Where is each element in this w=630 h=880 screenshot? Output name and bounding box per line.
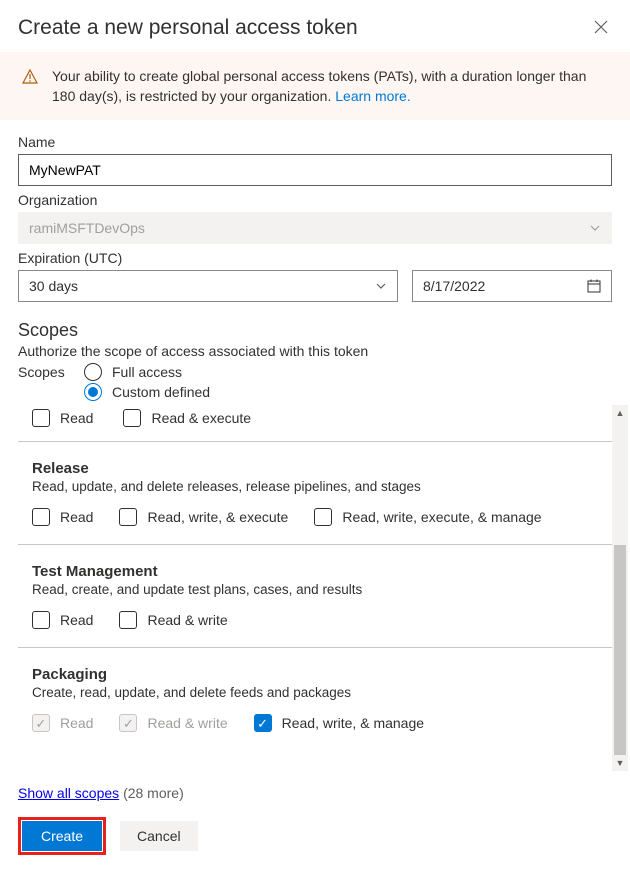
scopes-scroll-area[interactable]: Read Read & execute Release Read, update…	[0, 405, 630, 771]
scope-radio-full[interactable]	[84, 363, 102, 381]
close-button[interactable]	[590, 16, 612, 38]
close-icon	[594, 20, 608, 34]
scope-checkbox	[119, 714, 137, 732]
scope-option-label: Read, write, & manage	[282, 715, 424, 731]
organization-label: Organization	[18, 192, 612, 208]
scope-checkbox[interactable]	[32, 508, 50, 526]
organization-value: ramiMSFTDevOps	[29, 220, 145, 236]
scopes-radio-label: Scopes	[18, 364, 74, 380]
scope-checkbox	[32, 714, 50, 732]
scope-group-title: Test Management	[32, 563, 598, 580]
create-button-highlight: Create	[18, 817, 106, 855]
scope-group-partial: Read Read & execute	[18, 405, 612, 442]
scroll-up-arrow[interactable]: ▲	[612, 405, 628, 421]
alert-text: Your ability to create global personal a…	[52, 68, 586, 104]
scope-checkbox[interactable]	[32, 409, 50, 427]
scope-group-desc: Read, create, and update test plans, cas…	[32, 582, 598, 597]
name-input[interactable]	[18, 154, 612, 186]
scrollbar-thumb[interactable]	[614, 545, 626, 755]
name-label: Name	[18, 134, 612, 150]
cancel-button[interactable]: Cancel	[120, 821, 198, 851]
scope-group-title: Packaging	[32, 666, 598, 683]
dialog-title: Create a new personal access token	[18, 16, 358, 40]
scope-group-title: Release	[32, 460, 598, 477]
scope-checkbox[interactable]	[254, 714, 272, 732]
scopes-title: Scopes	[18, 320, 612, 341]
scope-option-label: Read & write	[147, 715, 227, 731]
scope-radio-full-label: Full access	[112, 364, 182, 380]
show-all-scopes-link[interactable]: Show all scopes	[18, 785, 119, 801]
show-all-count: (28 more)	[123, 785, 184, 801]
organization-select: ramiMSFTDevOps	[18, 212, 612, 244]
expiration-date-input[interactable]: 8/17/2022	[412, 270, 612, 302]
scope-option-label: Read, write, execute, & manage	[342, 509, 541, 525]
scope-checkbox[interactable]	[123, 409, 141, 427]
chevron-down-icon	[589, 222, 601, 234]
scope-option-label: Read	[60, 410, 93, 426]
scope-checkbox[interactable]	[119, 611, 137, 629]
expiration-label: Expiration (UTC)	[18, 250, 612, 266]
scope-group-release: Release Read, update, and delete release…	[18, 442, 612, 545]
scope-group-desc: Read, update, and delete releases, relea…	[32, 479, 598, 494]
scope-group-desc: Create, read, update, and delete feeds a…	[32, 685, 598, 700]
scroll-down-arrow[interactable]: ▼	[612, 755, 628, 771]
scope-option-label: Read & execute	[151, 410, 251, 426]
scope-checkbox[interactable]	[32, 611, 50, 629]
scope-group-packaging: Packaging Create, read, update, and dele…	[18, 648, 612, 738]
scope-group-test-management: Test Management Read, create, and update…	[18, 545, 612, 648]
expiration-duration-value: 30 days	[29, 278, 78, 294]
scope-option-label: Read	[60, 509, 93, 525]
scopes-subtitle: Authorize the scope of access associated…	[18, 343, 612, 359]
expiration-duration-select[interactable]: 30 days	[18, 270, 398, 302]
create-button[interactable]: Create	[22, 821, 102, 851]
scope-option-label: Read, write, & execute	[147, 509, 288, 525]
warning-icon	[22, 69, 38, 85]
scope-radio-custom-label: Custom defined	[112, 384, 210, 400]
scope-radio-custom[interactable]	[84, 383, 102, 401]
learn-more-link[interactable]: Learn more.	[335, 88, 410, 104]
scope-option-label: Read & write	[147, 612, 227, 628]
scrollbar[interactable]: ▲ ▼	[612, 405, 628, 771]
calendar-icon	[587, 279, 601, 293]
chevron-down-icon	[375, 280, 387, 292]
scope-checkbox[interactable]	[314, 508, 332, 526]
restriction-alert: Your ability to create global personal a…	[0, 52, 630, 120]
scope-option-label: Read	[60, 612, 93, 628]
expiration-date-value: 8/17/2022	[423, 278, 485, 294]
scope-checkbox[interactable]	[119, 508, 137, 526]
scope-option-label: Read	[60, 715, 93, 731]
